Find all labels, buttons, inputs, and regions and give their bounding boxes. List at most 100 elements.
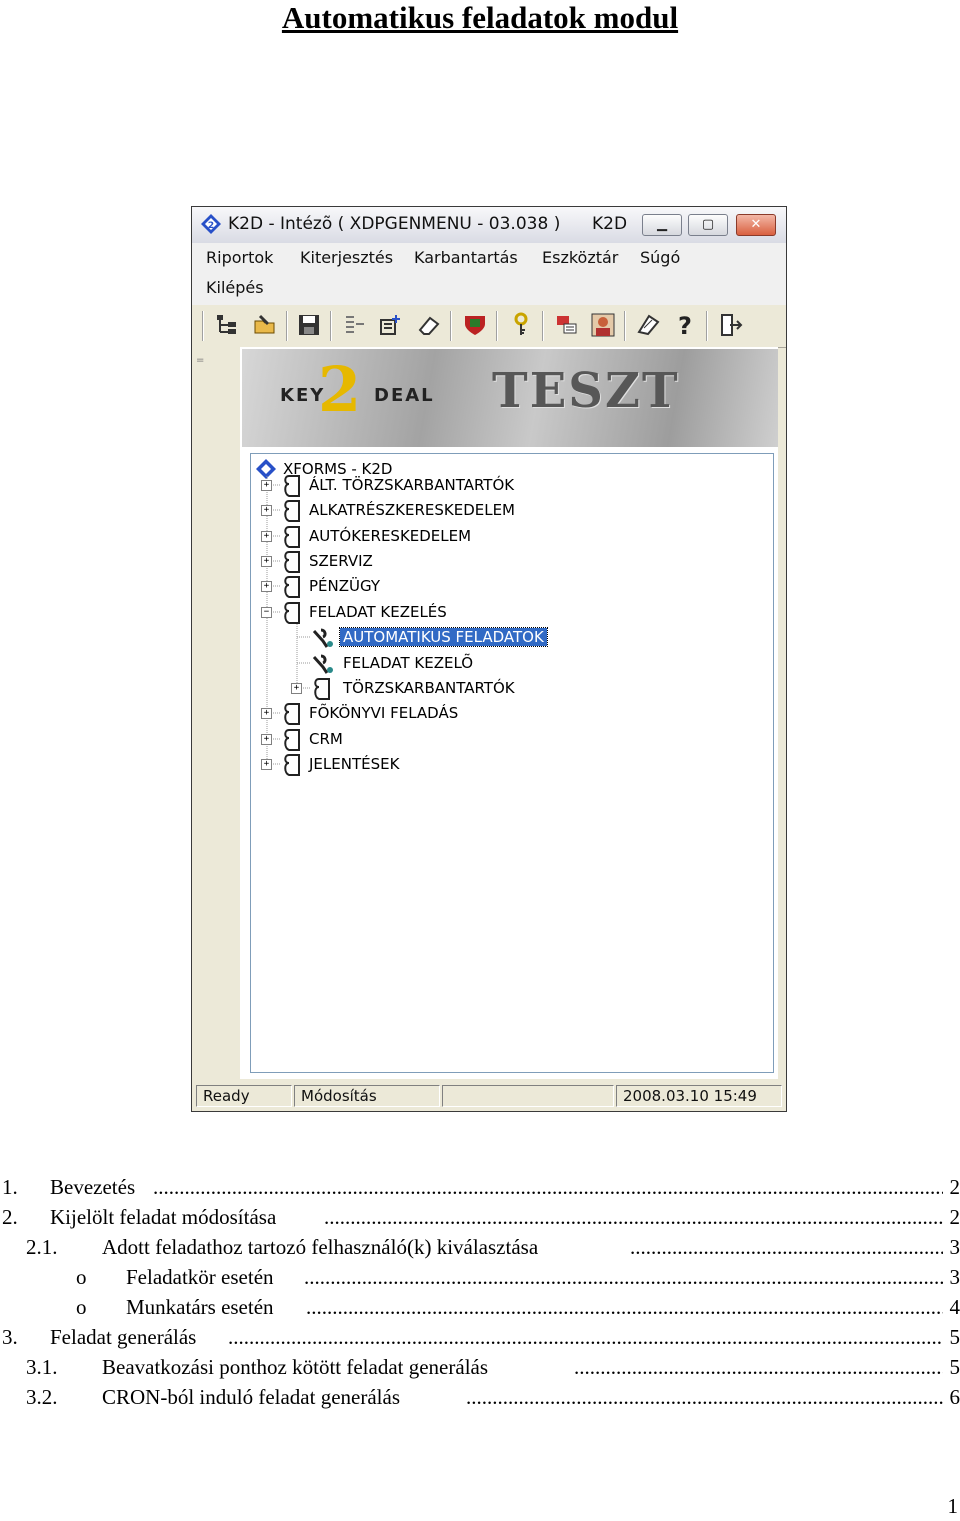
brand-banner: KEY 2 DEAL TESZT (242, 349, 778, 447)
folder-doc-icon (284, 602, 300, 624)
window-title: K2D - Intézõ ( XDPGENMENU - 03.038 ) (228, 214, 561, 234)
toc-entry[interactable]: 3.1. Beavatkozási ponthoz kötött feladat… (0, 1352, 960, 1382)
toc-leader: ........................................… (574, 1355, 943, 1379)
grip-handle[interactable]: = (196, 355, 204, 366)
tree-item-label: FELADAT KEZELÕ (343, 654, 474, 672)
toc-leader: ........................................… (153, 1175, 943, 1199)
toc-entry[interactable]: o Munkatárs esetén .....................… (0, 1292, 960, 1322)
toc-entry[interactable]: 3. Feladat generálás ...................… (0, 1322, 960, 1352)
toc-page: 5 (949, 1355, 960, 1379)
tree-item[interactable]: + ALKATRÉSZKERESKEDELEM (251, 499, 611, 522)
menu-sugo[interactable]: Súgó (640, 248, 680, 267)
toc-page: 3 (949, 1235, 960, 1259)
close-button[interactable]: ✕ (736, 214, 776, 236)
eraser-icon[interactable] (416, 312, 442, 338)
toc-entry[interactable]: 2.1. Adott feladathoz tartozó felhasznál… (0, 1232, 960, 1262)
shield-icon[interactable] (462, 312, 488, 338)
status-mode: Módosítás (294, 1085, 440, 1107)
tree-item-selected[interactable]: AUTOMATIKUS FELADATOK (251, 626, 651, 648)
toc-leader: ........................................… (304, 1265, 943, 1289)
menu-riportok[interactable]: Riportok (206, 248, 273, 267)
toc-text: Feladatkör esetén (126, 1265, 274, 1289)
toc-number: 1. (2, 1175, 18, 1199)
menu-bar: Riportok Kiterjesztés Karbantartás Eszkö… (192, 243, 786, 306)
save-icon[interactable] (296, 312, 322, 338)
toc-leader: ........................................… (466, 1385, 943, 1409)
tree-item[interactable]: + FÕKÖNYVI FELADÁS (251, 702, 611, 725)
tree-item-label: FÕKÖNYVI FELADÁS (309, 704, 459, 722)
properties-icon[interactable] (378, 312, 404, 338)
left-panel: = (192, 347, 241, 1079)
expand-icon[interactable]: + (261, 734, 272, 745)
toc-text: Bevezetés (50, 1175, 136, 1199)
menu-kilepes[interactable]: Kilépés (206, 278, 264, 297)
menu-karbantartas[interactable]: Karbantartás (414, 248, 518, 267)
toc-leader: ........................................… (306, 1295, 943, 1319)
status-datetime: 2008.03.10 15:49 (616, 1085, 782, 1107)
page-number: 1 (947, 1494, 959, 1518)
toolbar-separator (624, 311, 626, 341)
toc-text: Adott feladathoz tartozó felhasználó(k) … (102, 1235, 539, 1259)
toc-text: CRON-ból induló feladat generálás (102, 1385, 400, 1409)
tree-item[interactable]: + PÉNZÜGY (251, 575, 611, 598)
toolbar-separator (706, 311, 708, 341)
expand-icon[interactable]: + (261, 708, 272, 719)
toc-entry[interactable]: 3.2. CRON-ból induló feladat generálás .… (0, 1382, 960, 1412)
svg-text:2: 2 (208, 221, 214, 231)
expand-icon[interactable]: + (291, 683, 302, 694)
expand-icon[interactable]: + (261, 581, 272, 592)
menu-eszkoztar[interactable]: Eszköztár (542, 248, 618, 267)
edit-icon[interactable] (636, 312, 662, 338)
toc-page: 2 (949, 1205, 960, 1229)
tree-item[interactable]: + SZERVIZ (251, 550, 611, 573)
application-window-screenshot: 2 K2D - Intézõ ( XDPGENMENU - 03.038 ) K… (191, 206, 787, 1112)
toc-text: Feladat generálás (50, 1325, 197, 1349)
folder-doc-icon (284, 729, 300, 751)
toolbar-separator (286, 311, 288, 341)
tree-item[interactable]: + TÖRZSKARBANTARTÓK (251, 677, 651, 700)
tree-icon[interactable] (214, 312, 240, 338)
tree-item[interactable]: + CRM (251, 728, 611, 751)
tree-item-label: PÉNZÜGY (309, 577, 381, 595)
tree-item[interactable]: + AUTÓKERESKEDELEM (251, 525, 611, 548)
help-icon[interactable]: ? (672, 312, 698, 338)
main-content: KEY 2 DEAL TESZT XFORMS - K2D + ÁLT. TÖR… (240, 347, 778, 1079)
toc-number: 3. (2, 1325, 18, 1349)
minimize-button[interactable]: ▁ (642, 214, 682, 236)
tree-item-label: FELADAT KEZELÉS (309, 603, 447, 621)
folder-doc-icon (284, 703, 300, 725)
toc-entry[interactable]: o Feladatkör esetén ....................… (0, 1262, 960, 1292)
tree-item-label: TÖRZSKARBANTARTÓK (343, 679, 515, 697)
tree-item-label: ALKATRÉSZKERESKEDELEM (309, 501, 516, 519)
menu-kiterjesztes[interactable]: Kiterjesztés (300, 248, 393, 267)
tree-item-expanded[interactable]: − FELADAT KEZELÉS (251, 601, 611, 624)
expand-icon[interactable]: + (261, 505, 272, 516)
expand-icon[interactable]: + (261, 556, 272, 567)
folder-doc-icon (284, 526, 300, 548)
toc-text: Kijelölt feladat módosítása (50, 1205, 277, 1229)
expand-icon[interactable]: + (261, 531, 272, 542)
tree-item[interactable]: + ÁLT. TÖRZSKARBANTARTÓK (251, 474, 611, 497)
tree-item[interactable]: + JELENTÉSEK (251, 753, 611, 776)
exit-icon[interactable] (718, 312, 744, 338)
status-state: Ready (196, 1085, 292, 1107)
toolbar: ? (192, 305, 786, 348)
open-icon[interactable] (252, 312, 278, 338)
window-title-right: K2D (592, 214, 628, 234)
maximize-button[interactable]: ▢ (688, 214, 728, 236)
collapse-icon[interactable]: − (261, 607, 272, 618)
toc-entry[interactable]: 2. Kijelölt feladat módosítása .........… (0, 1202, 960, 1232)
toc-text: Beavatkozási ponthoz kötött feladat gene… (102, 1355, 489, 1379)
logo-two: 2 (318, 353, 362, 426)
user-icon[interactable] (590, 312, 616, 338)
transfer-icon[interactable] (554, 312, 580, 338)
toc-number: 2. (2, 1205, 18, 1229)
expand-icon[interactable]: + (261, 759, 272, 770)
tree-item[interactable]: FELADAT KEZELÕ (251, 652, 651, 674)
toc-entry[interactable]: 1. Bevezetés ...........................… (0, 1172, 960, 1202)
list-icon[interactable] (342, 312, 368, 338)
expand-icon[interactable]: + (261, 480, 272, 491)
toc-leader: ........................................… (228, 1325, 943, 1349)
toolbar-separator (330, 311, 332, 341)
key-icon[interactable] (508, 312, 534, 338)
